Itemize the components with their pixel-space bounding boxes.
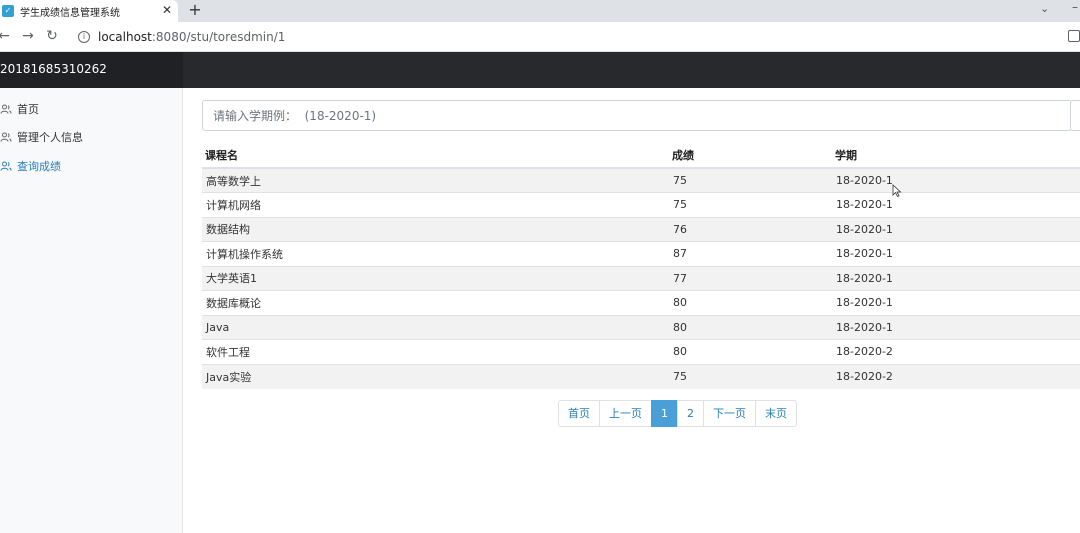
cell-semester: 18-2020-2 (832, 339, 1080, 364)
brand-user-id[interactable]: 20181685310262 (0, 62, 107, 76)
semester-search-input[interactable] (202, 100, 1072, 131)
top-navbar: 20181685310262 (0, 52, 1080, 88)
sidebar-item-label: 管理个人信息 (17, 131, 83, 144)
cell-semester: 18-2020-1 (832, 290, 1080, 315)
cell-score: 80 (669, 314, 832, 340)
favicon-icon: ✓ (2, 5, 14, 17)
table-row: 计算机操作系统 87 18-2020-1 (202, 241, 1080, 266)
sidebar: 首页 管理个人信息 查询成绩 (0, 88, 183, 533)
grades-table: 课程名 成绩 学期 高等数学上 75 18-2020-1 计算机网络 75 18… (202, 143, 1080, 389)
minimize-icon[interactable]: – (1072, 0, 1078, 14)
browser-toolbar: ← → ↻ i localhost:8080/stu/toresdmin/1 (0, 22, 1080, 52)
user-group-icon (0, 161, 12, 171)
cell-score: 75 (669, 192, 832, 217)
sidebar-item-profile[interactable]: 管理个人信息 (0, 127, 83, 147)
page-2-button[interactable]: 2 (677, 400, 704, 427)
column-header-semester: 学期 (832, 143, 1080, 169)
cell-semester: 18-2020-1 (832, 216, 1080, 242)
cell-score: 87 (669, 241, 832, 266)
cell-course: 数据结构 (202, 216, 669, 242)
cell-course: 计算机网络 (202, 192, 669, 217)
info-icon[interactable]: i (78, 31, 90, 43)
sidebar-item-grades[interactable]: 查询成绩 (0, 156, 61, 176)
sidebar-item-label: 首页 (17, 103, 39, 116)
search-button[interactable] (1070, 100, 1080, 131)
table-row: 软件工程 80 18-2020-2 (202, 339, 1080, 364)
new-tab-icon[interactable]: + (187, 1, 203, 19)
cell-semester: 18-2020-1 (832, 167, 1080, 193)
table-row: 数据结构 76 18-2020-1 (202, 216, 1080, 242)
chevron-down-icon[interactable]: ⌄ (1040, 2, 1049, 15)
pagination: 首页 上一页 1 2 下一页 末页 (558, 400, 797, 427)
share-icon[interactable] (1068, 30, 1080, 42)
tab-title: 学生成绩信息管理系统 (20, 7, 120, 19)
cell-course: 高等数学上 (202, 167, 669, 193)
cell-semester: 18-2020-2 (832, 363, 1080, 389)
cell-score: 76 (669, 216, 832, 242)
close-icon[interactable]: ✕ (160, 3, 174, 17)
table-header-row: 课程名 成绩 学期 (202, 143, 1080, 169)
page-first-button[interactable]: 首页 (558, 400, 600, 427)
page-last-button[interactable]: 末页 (755, 400, 797, 427)
cell-course: Java实验 (202, 363, 669, 389)
browser-tab[interactable]: ✓ 学生成绩信息管理系统 ✕ (0, 0, 178, 22)
table-row: Java实验 75 18-2020-2 (202, 363, 1080, 389)
cell-score: 75 (669, 363, 832, 389)
cell-course: 大学英语1 (202, 265, 669, 291)
url-text: localhost:8080/stu/toresdmin/1 (98, 30, 285, 44)
cell-score: 77 (669, 265, 832, 291)
cell-course: 数据库概论 (202, 290, 669, 315)
cell-course: Java (202, 314, 669, 340)
cell-score: 75 (669, 167, 832, 193)
table-row: Java 80 18-2020-1 (202, 314, 1080, 340)
user-group-icon (0, 132, 12, 142)
cell-course: 计算机操作系统 (202, 241, 669, 266)
page-next-button[interactable]: 下一页 (703, 400, 756, 427)
mouse-cursor-icon (892, 184, 902, 198)
page-prev-button[interactable]: 上一页 (599, 400, 652, 427)
sidebar-item-label: 查询成绩 (17, 160, 61, 173)
reload-icon[interactable]: ↻ (44, 28, 60, 44)
table-row: 高等数学上 75 18-2020-1 (202, 167, 1080, 193)
user-group-icon (0, 104, 12, 114)
forward-icon[interactable]: → (20, 28, 36, 44)
sidebar-item-home[interactable]: 首页 (0, 99, 39, 119)
cell-semester: 18-2020-1 (832, 265, 1080, 291)
cell-semester: 18-2020-1 (832, 314, 1080, 340)
brand-area: 20181685310262 (0, 52, 183, 88)
table-row: 大学英语1 77 18-2020-1 (202, 265, 1080, 291)
column-header-course: 课程名 (202, 143, 669, 169)
column-header-score: 成绩 (669, 143, 832, 169)
table-row: 计算机网络 75 18-2020-1 (202, 192, 1080, 217)
table-row: 数据库概论 80 18-2020-1 (202, 290, 1080, 315)
cell-semester: 18-2020-1 (832, 192, 1080, 217)
cell-semester: 18-2020-1 (832, 241, 1080, 266)
url-path: :8080/stu/toresdmin/1 (151, 30, 286, 44)
browser-tabstrip: ✓ 学生成绩信息管理系统 ✕ + ⌄ – (0, 0, 1080, 22)
cell-score: 80 (669, 290, 832, 315)
url-host: localhost (98, 30, 152, 44)
address-bar[interactable]: i localhost:8080/stu/toresdmin/1 (70, 26, 1070, 48)
cell-score: 80 (669, 339, 832, 364)
main-content: 课程名 成绩 学期 高等数学上 75 18-2020-1 计算机网络 75 18… (183, 88, 1080, 533)
page-1-button[interactable]: 1 (651, 400, 678, 427)
back-icon[interactable]: ← (0, 28, 12, 44)
cell-course: 软件工程 (202, 339, 669, 364)
